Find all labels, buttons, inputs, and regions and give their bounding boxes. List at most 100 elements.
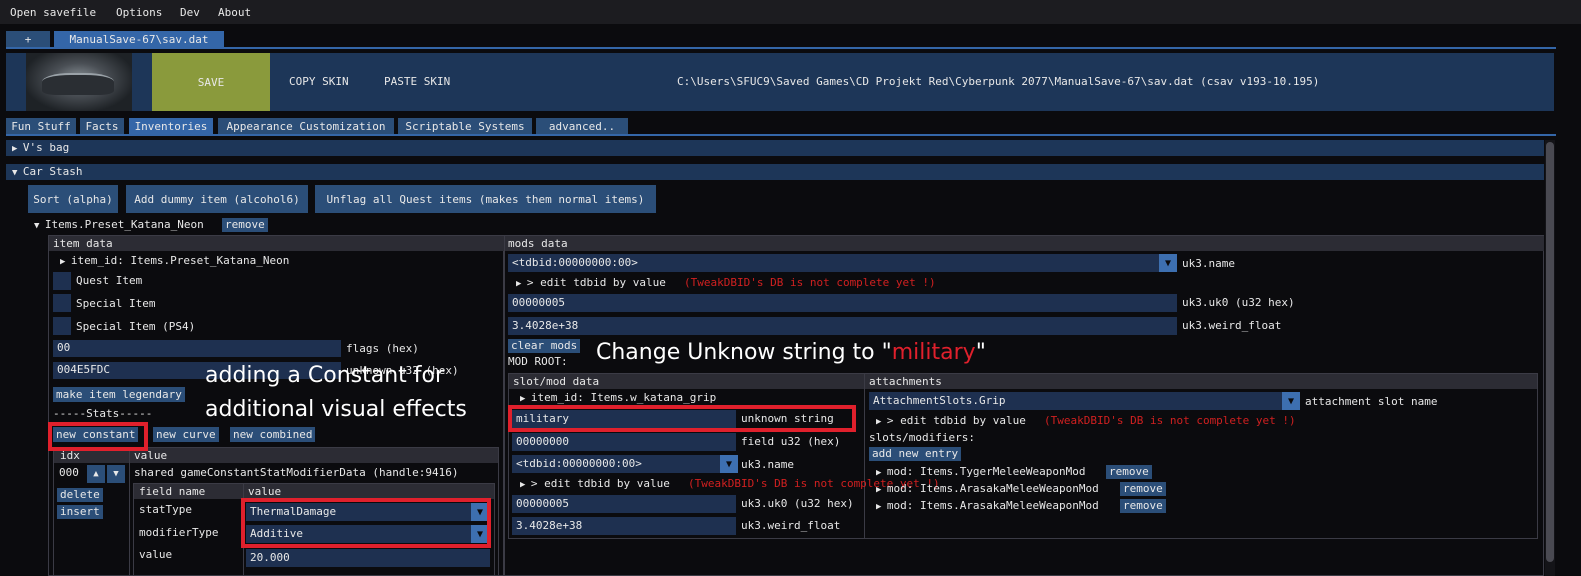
special-item-ps4-label: Special Item (PS4): [76, 320, 196, 333]
item-tree-node[interactable]: ▼ Items.Preset_Katana_Neon: [34, 218, 204, 233]
field-u32-input[interactable]: 00000000: [512, 433, 736, 451]
mods-name-label: uk3.name: [1182, 257, 1235, 270]
file-tab[interactable]: ManualSave-67\sav.dat: [54, 31, 224, 47]
attachment-mod-label: mod: Items.ArasakaMeleeWeaponMod: [886, 482, 1099, 495]
attachment-slot-label: attachment slot name: [1305, 395, 1438, 408]
mods-uk0-input[interactable]: 00000005: [508, 294, 1177, 312]
expand-arrow-icon: ▶: [12, 144, 23, 154]
slot-item-id-label: item_id: Items.w_katana_grip: [530, 391, 717, 404]
attachment-mod-node[interactable]: ▶ mod: Items.ArasakaMeleeWeaponMod: [876, 499, 1099, 514]
item-data-header: item data: [53, 237, 113, 250]
save-button[interactable]: SAVE: [152, 53, 270, 111]
attachment-mod-label: mod: Items.TygerMeleeWeaponMod: [886, 465, 1086, 478]
move-down-button[interactable]: ▼: [107, 465, 125, 483]
arrow-up-icon: ▲: [93, 469, 99, 479]
slot-edit-tdbid-node[interactable]: ▶ > edit tdbid by value: [520, 477, 670, 492]
insert-stat-button[interactable]: insert: [57, 505, 103, 519]
quest-item-checkbox[interactable]: [53, 272, 71, 290]
attachment-slot-select[interactable]: AttachmentSlots.Grip: [869, 392, 1283, 410]
highlight-stat-selects: [241, 498, 491, 548]
expand-arrow-icon: ▶: [520, 480, 531, 490]
slot-name-label: uk3.name: [741, 458, 794, 471]
flags-label: flags (hex): [346, 342, 419, 355]
add-new-entry-button[interactable]: add new entry: [869, 447, 962, 461]
remove-mod-button[interactable]: remove: [1120, 482, 1166, 496]
mods-tdbid-select[interactable]: <tdbid:00000000:00>: [508, 254, 1160, 272]
remove-mod-button[interactable]: remove: [1120, 499, 1166, 513]
clear-mods-button[interactable]: clear mods: [508, 339, 581, 353]
expand-arrow-icon: ▶: [520, 394, 531, 404]
tab-inventories[interactable]: Inventories: [129, 118, 213, 134]
remove-item-button[interactable]: remove: [222, 218, 268, 232]
menu-dev[interactable]: Dev: [180, 6, 200, 20]
attachment-edit-tdbid-label: > edit tdbid by value: [886, 414, 1026, 427]
slot-tdbid-select[interactable]: <tdbid:00000000:00>: [512, 455, 720, 473]
section-car-stash[interactable]: ▼ Car Stash: [6, 164, 1544, 180]
quest-item-label: Quest Item: [76, 274, 143, 287]
attachment-mod-node[interactable]: ▶ mod: Items.ArasakaMeleeWeaponMod: [876, 482, 1099, 497]
attachment-edit-tdbid-node[interactable]: ▶ > edit tdbid by value: [876, 414, 1026, 429]
special-item-ps4-checkbox[interactable]: [53, 317, 71, 335]
paste-skin-button[interactable]: PASTE SKIN: [384, 75, 450, 89]
tab-scriptable[interactable]: Scriptable Systems: [398, 118, 532, 134]
highlight-new-constant: [48, 422, 148, 451]
mods-edit-tdbid-label: > edit tdbid by value: [526, 276, 666, 289]
flags-input[interactable]: 00: [53, 340, 341, 357]
item-name: Items.Preset_Katana_Neon: [44, 218, 204, 231]
slot-mod-header-bg: [509, 374, 1537, 389]
tab-underline: [6, 47, 1556, 49]
unflag-quest-button[interactable]: Unflag all Quest items (makes them norma…: [315, 185, 656, 213]
slot-mod-header: slot/mod data: [513, 375, 600, 388]
expand-arrow-icon: ▶: [876, 468, 887, 478]
sort-alpha-button[interactable]: Sort (alpha): [28, 185, 118, 213]
slots-modifiers-label: slots/modifiers:: [869, 431, 975, 444]
menu-open-savefile[interactable]: Open savefile: [10, 6, 96, 20]
menu-about[interactable]: About: [218, 6, 251, 20]
mods-data-header-bg: [505, 236, 1544, 251]
shared-modifier-label: shared gameConstantStatModifierData (han…: [134, 466, 459, 479]
special-item-checkbox[interactable]: [53, 294, 71, 312]
slot-tdbid-dropdown-arrow[interactable]: ▼: [720, 455, 738, 473]
annotation-change-suffix: ": [975, 340, 986, 365]
item-id-node[interactable]: ▶ item_id: Items.Preset_Katana_Neon: [60, 254, 289, 269]
move-up-button[interactable]: ▲: [87, 465, 105, 483]
item-data-header-bg: [49, 236, 504, 251]
copy-skin-button[interactable]: COPY SKIN: [289, 75, 349, 89]
attachment-slot-dropdown-arrow[interactable]: ▼: [1282, 392, 1300, 410]
file-path: C:\Users\SFUC9\Saved Games\CD Projekt Re…: [677, 75, 1320, 88]
scrollbar-thumb[interactable]: [1546, 142, 1554, 562]
new-tab-button[interactable]: +: [6, 31, 50, 47]
mods-edit-tdbid-node[interactable]: ▶ > edit tdbid by value: [516, 276, 666, 291]
stats-label: -----Stats-----: [53, 407, 153, 420]
tab-facts[interactable]: Facts: [80, 118, 124, 134]
annotation-constant-line1: adding a Constant for: [205, 363, 445, 388]
chevron-down-icon: ▼: [1287, 395, 1295, 407]
slot-float-input[interactable]: 3.4028e+38: [512, 517, 736, 535]
tab-fun-stuff[interactable]: Fun Stuff: [6, 118, 76, 134]
section-vs-bag[interactable]: ▶ V's bag: [6, 140, 1544, 156]
remove-mod-button[interactable]: remove: [1106, 465, 1152, 479]
new-curve-button[interactable]: new curve: [153, 427, 219, 442]
new-combined-button[interactable]: new combined: [230, 427, 316, 442]
make-legendary-button[interactable]: make item legendary: [53, 387, 185, 402]
section-car-stash-label: Car Stash: [22, 165, 83, 178]
slot-item-id-node[interactable]: ▶ item_id: Items.w_katana_grip: [520, 391, 716, 406]
slot-uk0-input[interactable]: 00000005: [512, 495, 736, 513]
collapse-arrow-icon: ▼: [34, 221, 45, 231]
stat-row-idx: 000: [59, 466, 79, 479]
attachment-mod-node[interactable]: ▶ mod: Items.TygerMeleeWeaponMod: [876, 465, 1086, 480]
attachment-mod-label: mod: Items.ArasakaMeleeWeaponMod: [886, 499, 1099, 512]
stat-value-input[interactable]: 20.000: [246, 549, 490, 567]
special-item-label: Special Item: [76, 297, 156, 310]
add-dummy-item-button[interactable]: Add dummy item (alcohol6): [126, 185, 308, 213]
stats-column-divider: [129, 448, 130, 576]
field-name-col: field name: [139, 485, 206, 498]
stat-value-label: value: [139, 548, 173, 561]
menu-options[interactable]: Options: [116, 6, 162, 20]
tab-advanced[interactable]: advanced..: [536, 118, 628, 134]
modifier-type-label: modifierType: [139, 526, 219, 539]
mods-float-input[interactable]: 3.4028e+38: [508, 317, 1177, 335]
tab-appearance[interactable]: Appearance Customization: [218, 118, 394, 134]
delete-stat-button[interactable]: delete: [57, 488, 103, 502]
mods-tdbid-dropdown-arrow[interactable]: ▼: [1159, 254, 1177, 272]
